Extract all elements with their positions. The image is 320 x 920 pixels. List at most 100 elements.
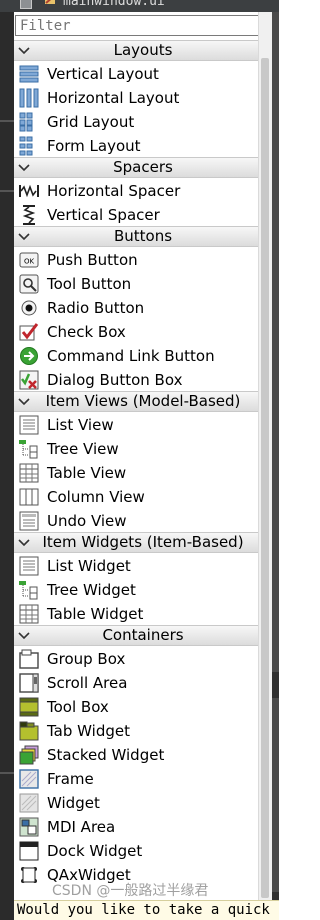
vertical-spacer-icon	[19, 205, 39, 225]
mdi-area-icon	[19, 817, 39, 837]
widget-item-label: Scroll Area	[47, 674, 128, 692]
section-title: Buttons	[113, 227, 173, 245]
section-title: Item Widgets (Item-Based)	[42, 533, 244, 551]
filter-input[interactable]	[15, 15, 258, 36]
table-view-icon	[19, 463, 39, 483]
dock-widget-icon	[19, 841, 39, 861]
widget-item-list-view[interactable]: List View	[14, 413, 258, 437]
widget-item-table-view[interactable]: Table View	[14, 461, 258, 485]
widget-item-scroll-area[interactable]: Scroll Area	[14, 671, 258, 695]
list-widget-icon	[19, 556, 39, 576]
vertical-scrollbar[interactable]	[258, 12, 272, 900]
widget-item-check-box[interactable]: Check Box	[14, 320, 258, 344]
edit-file-icon	[45, 0, 55, 4]
widget-item-label: Form Layout	[47, 137, 141, 155]
section-header-buttons[interactable]: Buttons	[14, 226, 258, 247]
widget-item-horizontal-layout[interactable]: Horizontal Layout	[14, 86, 258, 110]
window-title-bar: mainwindow.ui	[0, 0, 279, 12]
widget-item-tool-button[interactable]: Tool Button	[14, 272, 258, 296]
section-header-layouts[interactable]: Layouts	[14, 40, 258, 61]
widget-item-stacked-widget[interactable]: Stacked Widget	[14, 743, 258, 767]
widget-item-label: Table View	[47, 464, 127, 482]
widget-item-label: Tool Button	[47, 275, 132, 293]
check-box-icon	[19, 322, 39, 342]
widget-item-label: Radio Button	[47, 299, 145, 317]
widget-item-widget[interactable]: Widget	[14, 791, 258, 815]
widget-item-label: Push Button	[47, 251, 138, 269]
widget-item-label: Vertical Layout	[47, 65, 159, 83]
widget-item-vertical-spacer[interactable]: Vertical Spacer	[14, 203, 258, 227]
section-title: Layouts	[113, 41, 173, 59]
widget-item-label: Widget	[47, 794, 100, 812]
widget-item-group-box[interactable]: Group Box	[14, 647, 258, 671]
right-editor-strip	[272, 12, 279, 920]
widget-item-dock-widget[interactable]: Dock Widget	[14, 839, 258, 863]
widget-item-label: Dock Widget	[47, 842, 143, 860]
push-button-icon: OK	[19, 250, 39, 270]
widget-item-mdi-area[interactable]: MDI Area	[14, 815, 258, 839]
grid-layout-icon	[19, 112, 39, 132]
section-header-containers[interactable]: Containers	[14, 625, 258, 646]
widget-item-label: List Widget	[47, 557, 131, 575]
column-view-icon	[19, 487, 39, 507]
widget-item-tree-widget[interactable]: Tree Widget	[14, 578, 258, 602]
widget-item-label: Frame	[47, 770, 94, 788]
tool-box-icon	[19, 697, 39, 717]
group-box-icon	[19, 649, 39, 669]
widget-item-list-widget[interactable]: List Widget	[14, 554, 258, 578]
widget-item-label: Vertical Spacer	[47, 206, 160, 224]
tree-widget-icon	[19, 580, 39, 600]
table-widget-icon	[19, 604, 39, 624]
widget-item-label: Tree View	[47, 440, 119, 458]
form-layout-icon	[19, 136, 39, 156]
stacked-widget-icon	[19, 745, 39, 765]
widget-item-push-button[interactable]: OK Push Button	[14, 248, 258, 272]
widget-item-table-widget[interactable]: Table Widget	[14, 602, 258, 626]
widget-item-radio-button[interactable]: Radio Button	[14, 296, 258, 320]
widget-box-panel: Layouts Vertical Layout Horizontal Layout G…	[14, 12, 258, 900]
widget-item-grid-layout[interactable]: Grid Layout	[14, 110, 258, 134]
widget-item-label: Grid Layout	[47, 113, 135, 131]
section-header-spacers[interactable]: Spacers	[14, 157, 258, 178]
widget-item-label: Horizontal Spacer	[47, 182, 181, 200]
section-title: Spacers	[113, 158, 173, 176]
widget-item-label: Horizontal Layout	[47, 89, 180, 107]
widget-item-form-layout[interactable]: Form Layout	[14, 134, 258, 158]
tree-view-icon	[19, 439, 39, 459]
widget-item-horizontal-spacer[interactable]: Horizontal Spacer	[14, 179, 258, 203]
widget-item-label: Check Box	[47, 323, 126, 341]
watermark: CSDN @一般路过半缘君	[52, 883, 209, 899]
section-header-item-views-model-based[interactable]: Item Views (Model-Based)	[14, 391, 258, 412]
scroll-area-icon	[19, 673, 39, 693]
widget-item-tab-widget[interactable]: Tab Widget	[14, 719, 258, 743]
svg-text:OK: OK	[24, 258, 35, 266]
window-title: mainwindow.ui	[63, 0, 165, 9]
left-editor-strip	[0, 12, 14, 920]
widget-item-label: Group Box	[47, 650, 126, 668]
widget-item-label: Command Link Button	[47, 347, 215, 365]
vertical-layout-icon	[19, 64, 39, 84]
widget-item-label: MDI Area	[47, 818, 116, 836]
widget-item-tool-box[interactable]: Tool Box	[14, 695, 258, 719]
widget-item-label: Column View	[47, 488, 145, 506]
scrollbar-thumb[interactable]	[261, 58, 269, 898]
widget-item-column-view[interactable]: Column View	[14, 485, 258, 509]
command-link-button-icon	[19, 346, 39, 366]
status-bar-message: Would you like to take a quick t	[14, 900, 279, 920]
widget-icon	[19, 793, 39, 813]
undo-view-icon	[19, 511, 39, 531]
widget-item-label: Dialog Button Box	[47, 371, 183, 389]
widget-item-tree-view[interactable]: Tree View	[14, 437, 258, 461]
frame-icon	[19, 769, 39, 789]
widget-item-label: Tree Widget	[47, 581, 136, 599]
widget-item-vertical-layout[interactable]: Vertical Layout	[14, 62, 258, 86]
widget-item-label: Stacked Widget	[47, 746, 165, 764]
widget-item-frame[interactable]: Frame	[14, 767, 258, 791]
widget-item-label: List View	[47, 416, 114, 434]
widget-item-undo-view[interactable]: Undo View	[14, 509, 258, 533]
list-view-icon	[19, 415, 39, 435]
section-header-item-widgets-item-based[interactable]: Item Widgets (Item-Based)	[14, 532, 258, 553]
widget-item-dialog-button-box[interactable]: Dialog Button Box	[14, 368, 258, 392]
widget-item-command-link-button[interactable]: Command Link Button	[14, 344, 258, 368]
tab-widget-icon	[19, 721, 39, 741]
